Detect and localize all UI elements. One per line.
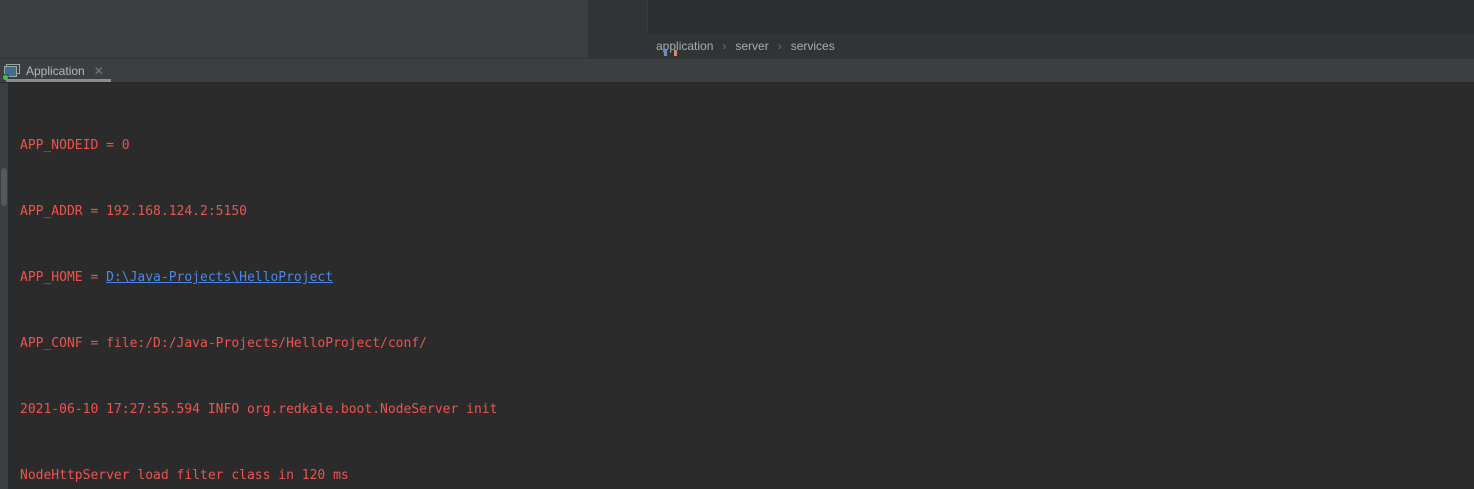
breadcrumb: application › server › services bbox=[588, 33, 1474, 58]
editor-gutter bbox=[588, 0, 648, 33]
console-line: NodeHttpServer load filter class in 120 … bbox=[20, 465, 1296, 487]
scrollbar-thumb[interactable] bbox=[1, 168, 7, 206]
console-line: APP_HOME = D:\Java-Projects\HelloProject bbox=[20, 267, 1296, 289]
breadcrumb-item-services[interactable]: services bbox=[791, 39, 835, 53]
run-toolwindow-tabbar: Application ✕ bbox=[0, 58, 1474, 82]
console-line: APP_CONF = file:/D:/Java-Projects/HelloP… bbox=[20, 333, 1296, 355]
editors-area: application › server › services bbox=[0, 0, 1474, 58]
console-line: APP_NODEID = 0 bbox=[20, 135, 1296, 157]
breadcrumb-item-server[interactable]: server bbox=[735, 39, 768, 53]
console-gutter bbox=[0, 83, 8, 489]
left-editor-pane bbox=[0, 0, 588, 58]
app-home-link[interactable]: D:\Java-Projects\HelloProject bbox=[106, 270, 333, 285]
editor-code-glimpse bbox=[674, 50, 677, 56]
chevron-right-icon: › bbox=[778, 39, 782, 53]
editor-pane bbox=[588, 0, 1474, 33]
console-line: APP_ADDR = 192.168.124.2:5150 bbox=[20, 201, 1296, 223]
tab-application-label: Application bbox=[26, 64, 85, 78]
close-icon[interactable]: ✕ bbox=[94, 64, 104, 78]
console-output[interactable]: APP_NODEID = 0 APP_ADDR = 192.168.124.2:… bbox=[0, 82, 1474, 489]
console-log: APP_NODEID = 0 APP_ADDR = 192.168.124.2:… bbox=[20, 91, 1296, 489]
console-window-icon bbox=[4, 64, 20, 79]
console-line: 2021-06-10 17:27:55.594 INFO org.redkale… bbox=[20, 399, 1296, 421]
editor-code-glimpse bbox=[664, 50, 667, 56]
chevron-right-icon: › bbox=[722, 39, 726, 53]
console-line-prefix: APP_HOME = bbox=[20, 270, 106, 285]
